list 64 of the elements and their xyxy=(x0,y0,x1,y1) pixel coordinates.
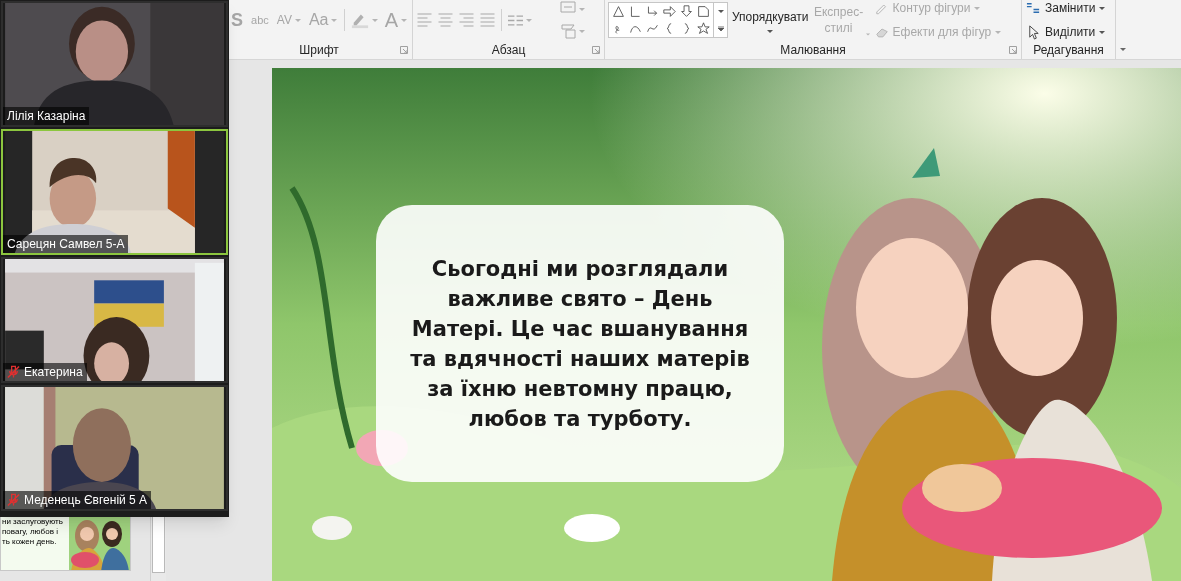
align-button[interactable] xyxy=(417,13,432,27)
align-button[interactable] xyxy=(438,13,453,27)
muted-mic-icon xyxy=(7,493,20,507)
caret-icon xyxy=(974,6,981,10)
columns-icon xyxy=(508,14,523,26)
dialog-launcher-icon xyxy=(400,46,408,54)
more-icon xyxy=(717,25,724,31)
slide-thumbnail[interactable]: ни заслуговують повагу, любов і ть кожен день. xyxy=(0,515,131,571)
columns-button[interactable] xyxy=(508,14,532,26)
participant-name: Лілія Казаріна xyxy=(7,108,86,124)
arrange-button[interactable]: Упорядкувати xyxy=(732,7,809,33)
slide-text: Сьогодні ми розглядали важливе свято – День Матері. Це час вшанування та вдячності наших матерів за їхню невтомну працю, любов та турботу. xyxy=(409,255,751,433)
font-button[interactable]: A xyxy=(383,5,408,35)
layout-icon xyxy=(560,23,576,39)
shape-icon xyxy=(680,4,693,19)
participant-name: Сарецян Самвел 5-А xyxy=(7,236,125,252)
replace-button[interactable]: Замінити xyxy=(1026,0,1106,17)
caret-icon xyxy=(767,29,774,33)
group-label: Малювання xyxy=(780,41,846,59)
shape-icon xyxy=(612,4,625,19)
group-label: Шрифт xyxy=(299,41,339,59)
shape-icon xyxy=(663,4,676,19)
dialog-launcher-icon xyxy=(1009,46,1017,54)
align-icon xyxy=(417,13,432,27)
caret-icon xyxy=(579,29,585,33)
group-label: Редагування xyxy=(1033,41,1104,59)
caret-icon xyxy=(401,18,407,22)
align-button[interactable] xyxy=(480,13,495,27)
align-icon xyxy=(438,13,453,27)
thumbnail-text: ть кожен день. xyxy=(2,537,58,547)
caret-icon xyxy=(526,18,532,22)
cursor-icon xyxy=(1026,24,1041,40)
font-button[interactable]: abc xyxy=(250,11,270,29)
caret-icon xyxy=(371,18,378,22)
shape-icon xyxy=(629,4,642,19)
shapes-gallery[interactable] xyxy=(608,2,728,38)
thumbnail-text: повагу, любов і xyxy=(2,527,59,537)
thumbnail-text: ни заслуговують xyxy=(2,517,64,527)
shape-icon xyxy=(697,21,710,36)
muted-mic-icon xyxy=(7,365,20,379)
font-button[interactable]: Aa xyxy=(307,8,339,32)
align-icon xyxy=(480,13,495,27)
layout-button[interactable] xyxy=(560,23,585,39)
font-button[interactable]: AV xyxy=(275,11,302,29)
select-button[interactable]: Виділити xyxy=(1026,23,1106,41)
shape-icon xyxy=(697,4,710,19)
collapse-icon xyxy=(1120,48,1126,51)
caret-icon xyxy=(1099,30,1106,34)
scroll-down-icon xyxy=(717,9,724,13)
participant-name: Екатерина xyxy=(24,364,83,380)
caret-icon xyxy=(331,18,338,22)
group-label: Абзац xyxy=(491,41,526,59)
caret-icon xyxy=(579,7,585,11)
shape-icon xyxy=(646,4,659,19)
caret-icon xyxy=(1099,6,1106,10)
caret-icon xyxy=(294,18,301,22)
caret-icon xyxy=(995,30,1002,34)
align-icon xyxy=(459,13,474,27)
dialog-launcher-icon xyxy=(592,46,600,54)
scrollbar-thumb[interactable] xyxy=(152,516,165,573)
participant-name: Меденець Євгеній 5 А xyxy=(24,492,148,508)
replace-icon xyxy=(1026,0,1041,16)
font-button[interactable]: S xyxy=(230,6,244,34)
align-button[interactable] xyxy=(459,13,474,27)
